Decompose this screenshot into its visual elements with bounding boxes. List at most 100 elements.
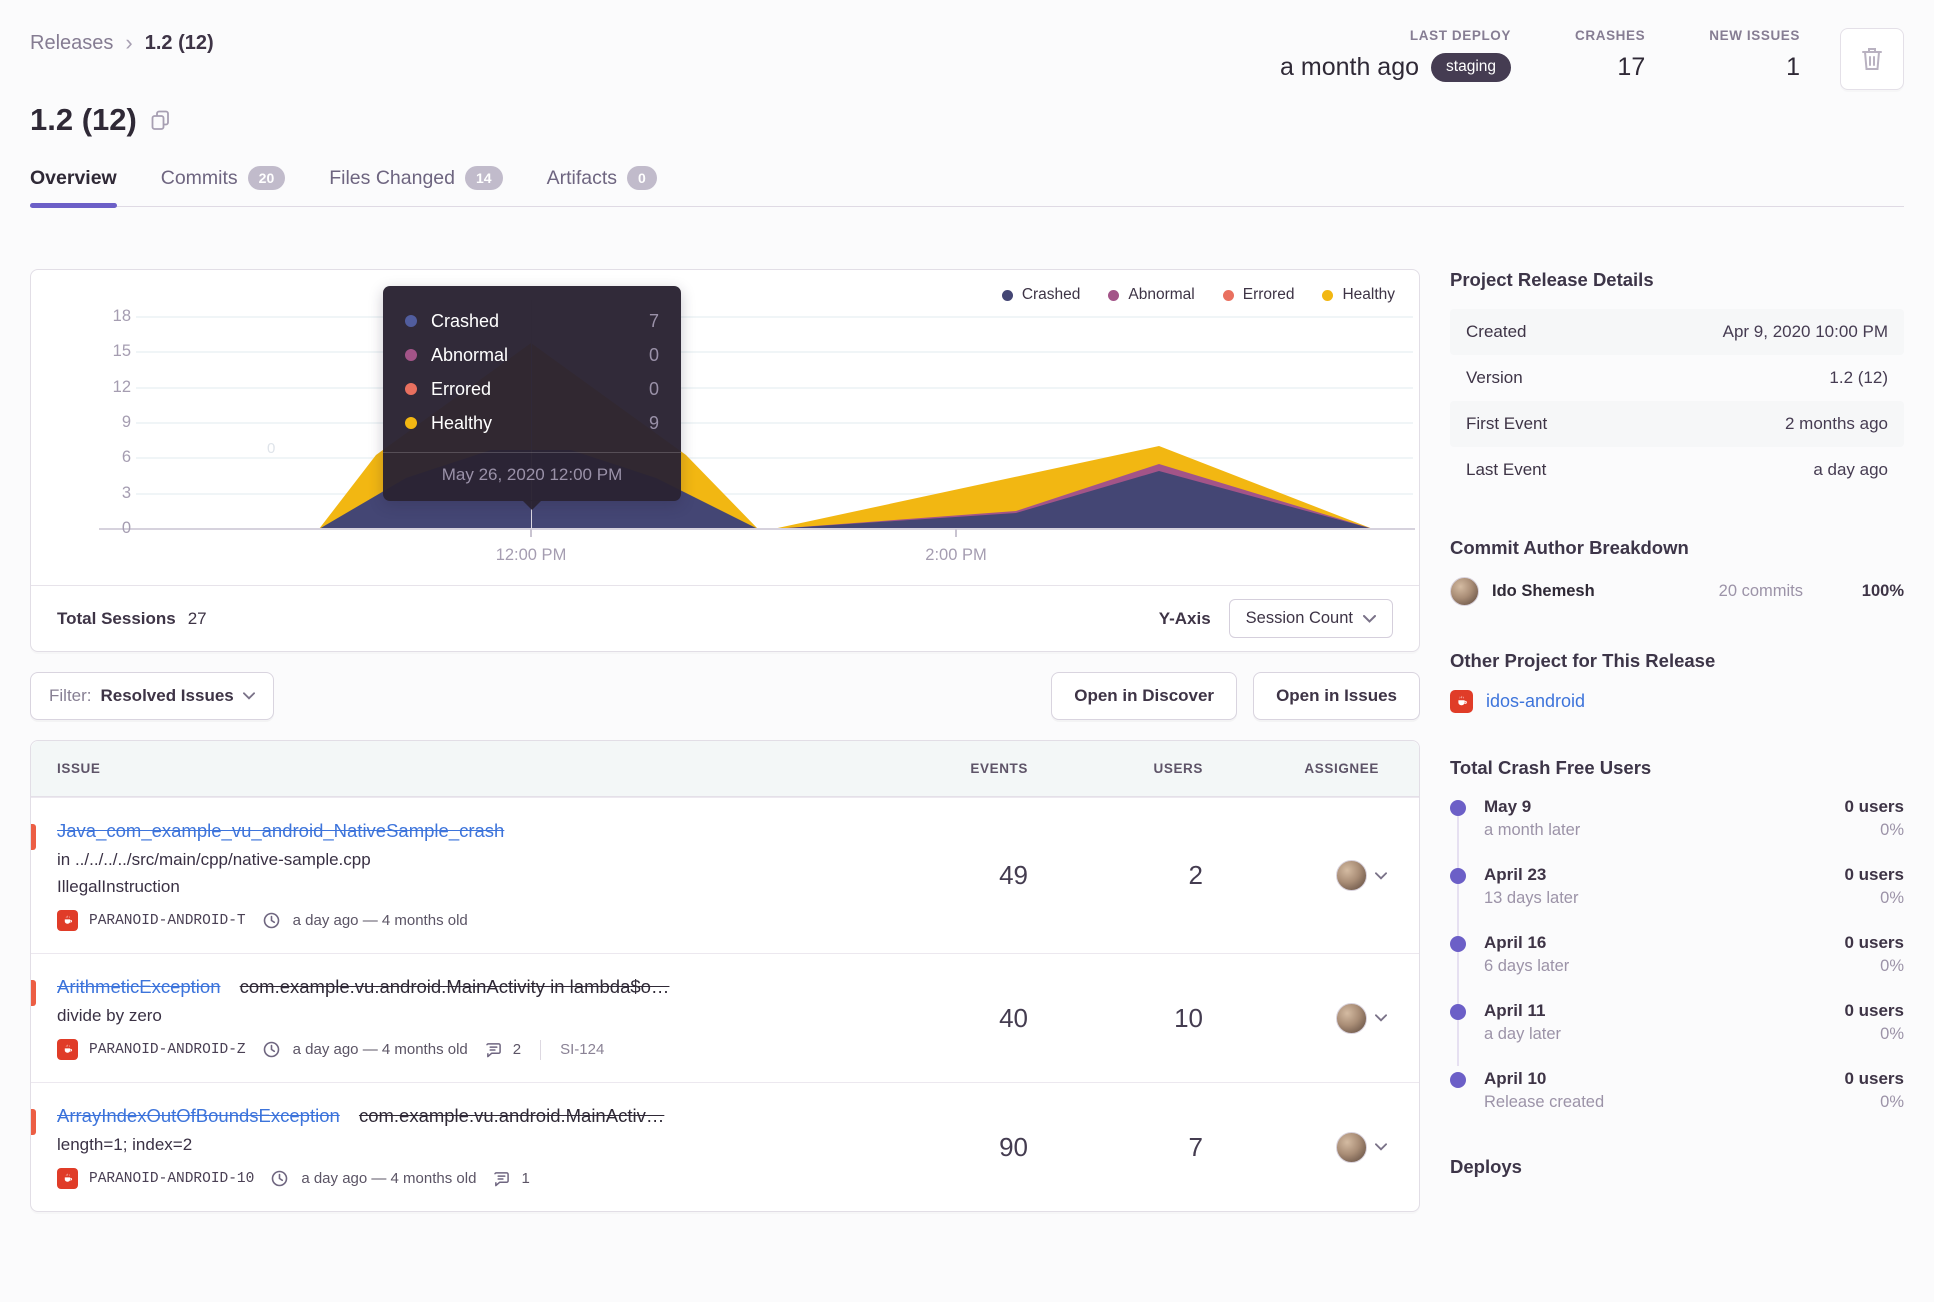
tab-artifacts-label: Artifacts	[546, 166, 617, 189]
timeline-percent: 0%	[1880, 821, 1904, 839]
legend-crashed-dot	[1001, 289, 1013, 301]
deploys-heading: Deploys	[1450, 1156, 1522, 1177]
issue-age: a day ago — 4 months old	[292, 1041, 468, 1058]
commit-author-heading: Commit Author Breakdown	[1450, 537, 1689, 558]
tab-artifacts[interactable]: Artifacts 0	[547, 166, 657, 206]
clock-icon	[271, 1170, 288, 1187]
copy-version-icon[interactable]	[151, 110, 170, 131]
author-commit-count: 20 commits	[1718, 582, 1803, 600]
timeline-date: April 10	[1484, 1069, 1547, 1088]
y-tick-18: 18	[112, 307, 131, 325]
assignee-cell[interactable]	[1203, 1002, 1393, 1034]
issue-users-count: 10	[1174, 1002, 1203, 1033]
resolved-issues-table: ISSUE EVENTS USERS ASSIGNEE Java_com_exa…	[30, 740, 1420, 1212]
sessions-chart[interactable]: 18 15 12 9 6 3 0 12:00 PM 2:00 PM 0 Cras…	[31, 270, 1419, 585]
open-in-discover-button[interactable]: Open in Discover	[1051, 672, 1238, 720]
tab-files-changed[interactable]: Files Changed 14	[329, 166, 503, 206]
environment-badge: staging	[1431, 53, 1512, 82]
assignee-avatar[interactable]	[1336, 1002, 1367, 1034]
x-tick-2pm: 2:00 PM	[925, 546, 987, 564]
project-java-icon	[57, 910, 78, 931]
legend-crashed-label: Crashed	[1021, 286, 1081, 303]
delete-release-button[interactable]	[1840, 28, 1904, 90]
timeline-item-april23: April 23 13 days later 0 users 0%	[1450, 865, 1904, 908]
timeline-dot	[1450, 936, 1466, 952]
author-avatar	[1450, 577, 1479, 606]
clock-icon	[263, 1041, 280, 1058]
yaxis-select-value: Session Count	[1245, 609, 1353, 627]
yaxis-select[interactable]: Session Count	[1228, 599, 1393, 638]
project-release-details-section: Project Release Details Created Apr 9, 2…	[1450, 269, 1904, 493]
issue-cell: Java_com_example_vu_android_NativeSample…	[57, 820, 868, 931]
legend-errored-dot	[1222, 289, 1234, 301]
chevron-down-icon[interactable]	[1375, 871, 1387, 880]
assignee-avatar[interactable]	[1336, 860, 1367, 891]
meta-divider	[540, 1039, 542, 1060]
timeline-item-april11: April 11 a day later 0 users 0%	[1450, 1001, 1904, 1044]
tooltip-healthy-label: Healthy	[431, 412, 493, 433]
tab-commits[interactable]: Commits 20	[161, 166, 286, 206]
issue-title-link[interactable]: ArithmeticException	[57, 976, 220, 997]
detail-value: 1.2 (12)	[1829, 368, 1888, 387]
tooltip-row-crashed: Crashed 7	[405, 304, 659, 338]
project-slug: PARANOID-ANDROID-10	[89, 1170, 255, 1187]
sessions-chart-card: 18 15 12 9 6 3 0 12:00 PM 2:00 PM 0 Cras…	[30, 269, 1420, 652]
assignee-cell[interactable]	[1203, 1131, 1393, 1163]
comments-icon	[485, 1042, 502, 1058]
detail-value: a day ago	[1813, 460, 1888, 479]
legend-crashed[interactable]: Crashed	[1001, 286, 1081, 304]
chart-tooltip: Crashed 7 Abnormal 0 Errored 0 Healthy 9…	[383, 286, 681, 510]
detail-row-created: Created Apr 9, 2020 10:00 PM	[1450, 309, 1904, 355]
column-issue: ISSUE	[57, 761, 101, 776]
chevron-down-icon[interactable]	[1375, 1014, 1387, 1022]
tooltip-errored-dot	[405, 383, 417, 395]
last-deploy-label: LAST DEPLOY	[1409, 28, 1512, 43]
y-tick-0: 0	[121, 519, 131, 537]
breadcrumb-current-release: 1.2 (12)	[144, 31, 214, 54]
issue-title-link[interactable]: ArrayIndexOutOfBoundsException	[57, 1105, 340, 1126]
other-project-row: idos-android	[1450, 690, 1904, 713]
timeline-subtitle: 13 days later	[1484, 889, 1579, 907]
issue-culprit-path: in ../../../../src/main/cpp/native-sampl…	[57, 850, 371, 869]
legend-errored[interactable]: Errored	[1222, 286, 1295, 304]
y-tick-9: 9	[121, 413, 131, 431]
unhandled-indicator	[31, 980, 36, 1006]
yaxis-label: Y-Axis	[1158, 608, 1211, 628]
issue-error-value: divide by zero	[57, 1006, 162, 1025]
crashes-value: 17	[1617, 53, 1646, 81]
legend-healthy[interactable]: Healthy	[1322, 286, 1395, 304]
sessions-area-chart	[99, 316, 1415, 537]
issue-row-array-index-exception[interactable]: ArrayIndexOutOfBoundsException com.examp…	[31, 1082, 1419, 1211]
issue-row-native-sample-crash[interactable]: Java_com_example_vu_android_NativeSample…	[31, 797, 1419, 953]
new-issues-label: NEW ISSUES	[1709, 28, 1800, 43]
timeline-percent: 0%	[1880, 1025, 1904, 1043]
timeline-dot	[1450, 1004, 1466, 1020]
stat-crashes: CRASHES 17	[1575, 28, 1645, 82]
project-slug: PARANOID-ANDROID-Z	[89, 1041, 246, 1058]
filter-label: Filter:	[49, 686, 92, 705]
issue-row-arithmetic-exception[interactable]: ArithmeticException com.example.vu.andro…	[31, 953, 1419, 1082]
author-name: Ido Shemesh	[1492, 582, 1595, 600]
issue-title-link[interactable]: Java_com_example_vu_android_NativeSample…	[57, 820, 504, 841]
breadcrumb-releases-link[interactable]: Releases	[30, 32, 113, 55]
issue-culprit: com.example.vu.android.MainActivity in l…	[239, 976, 670, 997]
legend-abnormal[interactable]: Abnormal	[1108, 286, 1195, 304]
assignee-cell[interactable]	[1203, 860, 1393, 891]
detail-label: Version	[1466, 368, 1523, 387]
open-in-issues-button[interactable]: Open in Issues	[1253, 672, 1420, 720]
issues-filter-select[interactable]: Filter: Resolved Issues	[30, 672, 274, 720]
tab-overview[interactable]: Overview	[30, 166, 117, 208]
tab-overview-label: Overview	[30, 166, 117, 189]
other-project-link[interactable]: idos-android	[1486, 691, 1585, 712]
timeline-date: May 9	[1484, 797, 1532, 816]
tooltip-healthy-dot	[405, 417, 417, 429]
timeline-users: 0 users	[1844, 1069, 1904, 1088]
tab-files-changed-count: 14	[464, 166, 503, 190]
tooltip-row-errored: Errored 0	[405, 372, 659, 406]
legend-errored-label: Errored	[1242, 286, 1295, 303]
tooltip-abnormal-value: 0	[648, 344, 659, 365]
release-tabs: Overview Commits 20 Files Changed 14 Art…	[30, 166, 1904, 208]
timeline-users: 0 users	[1844, 797, 1904, 816]
chevron-down-icon[interactable]	[1375, 1143, 1387, 1151]
assignee-avatar[interactable]	[1336, 1131, 1367, 1163]
